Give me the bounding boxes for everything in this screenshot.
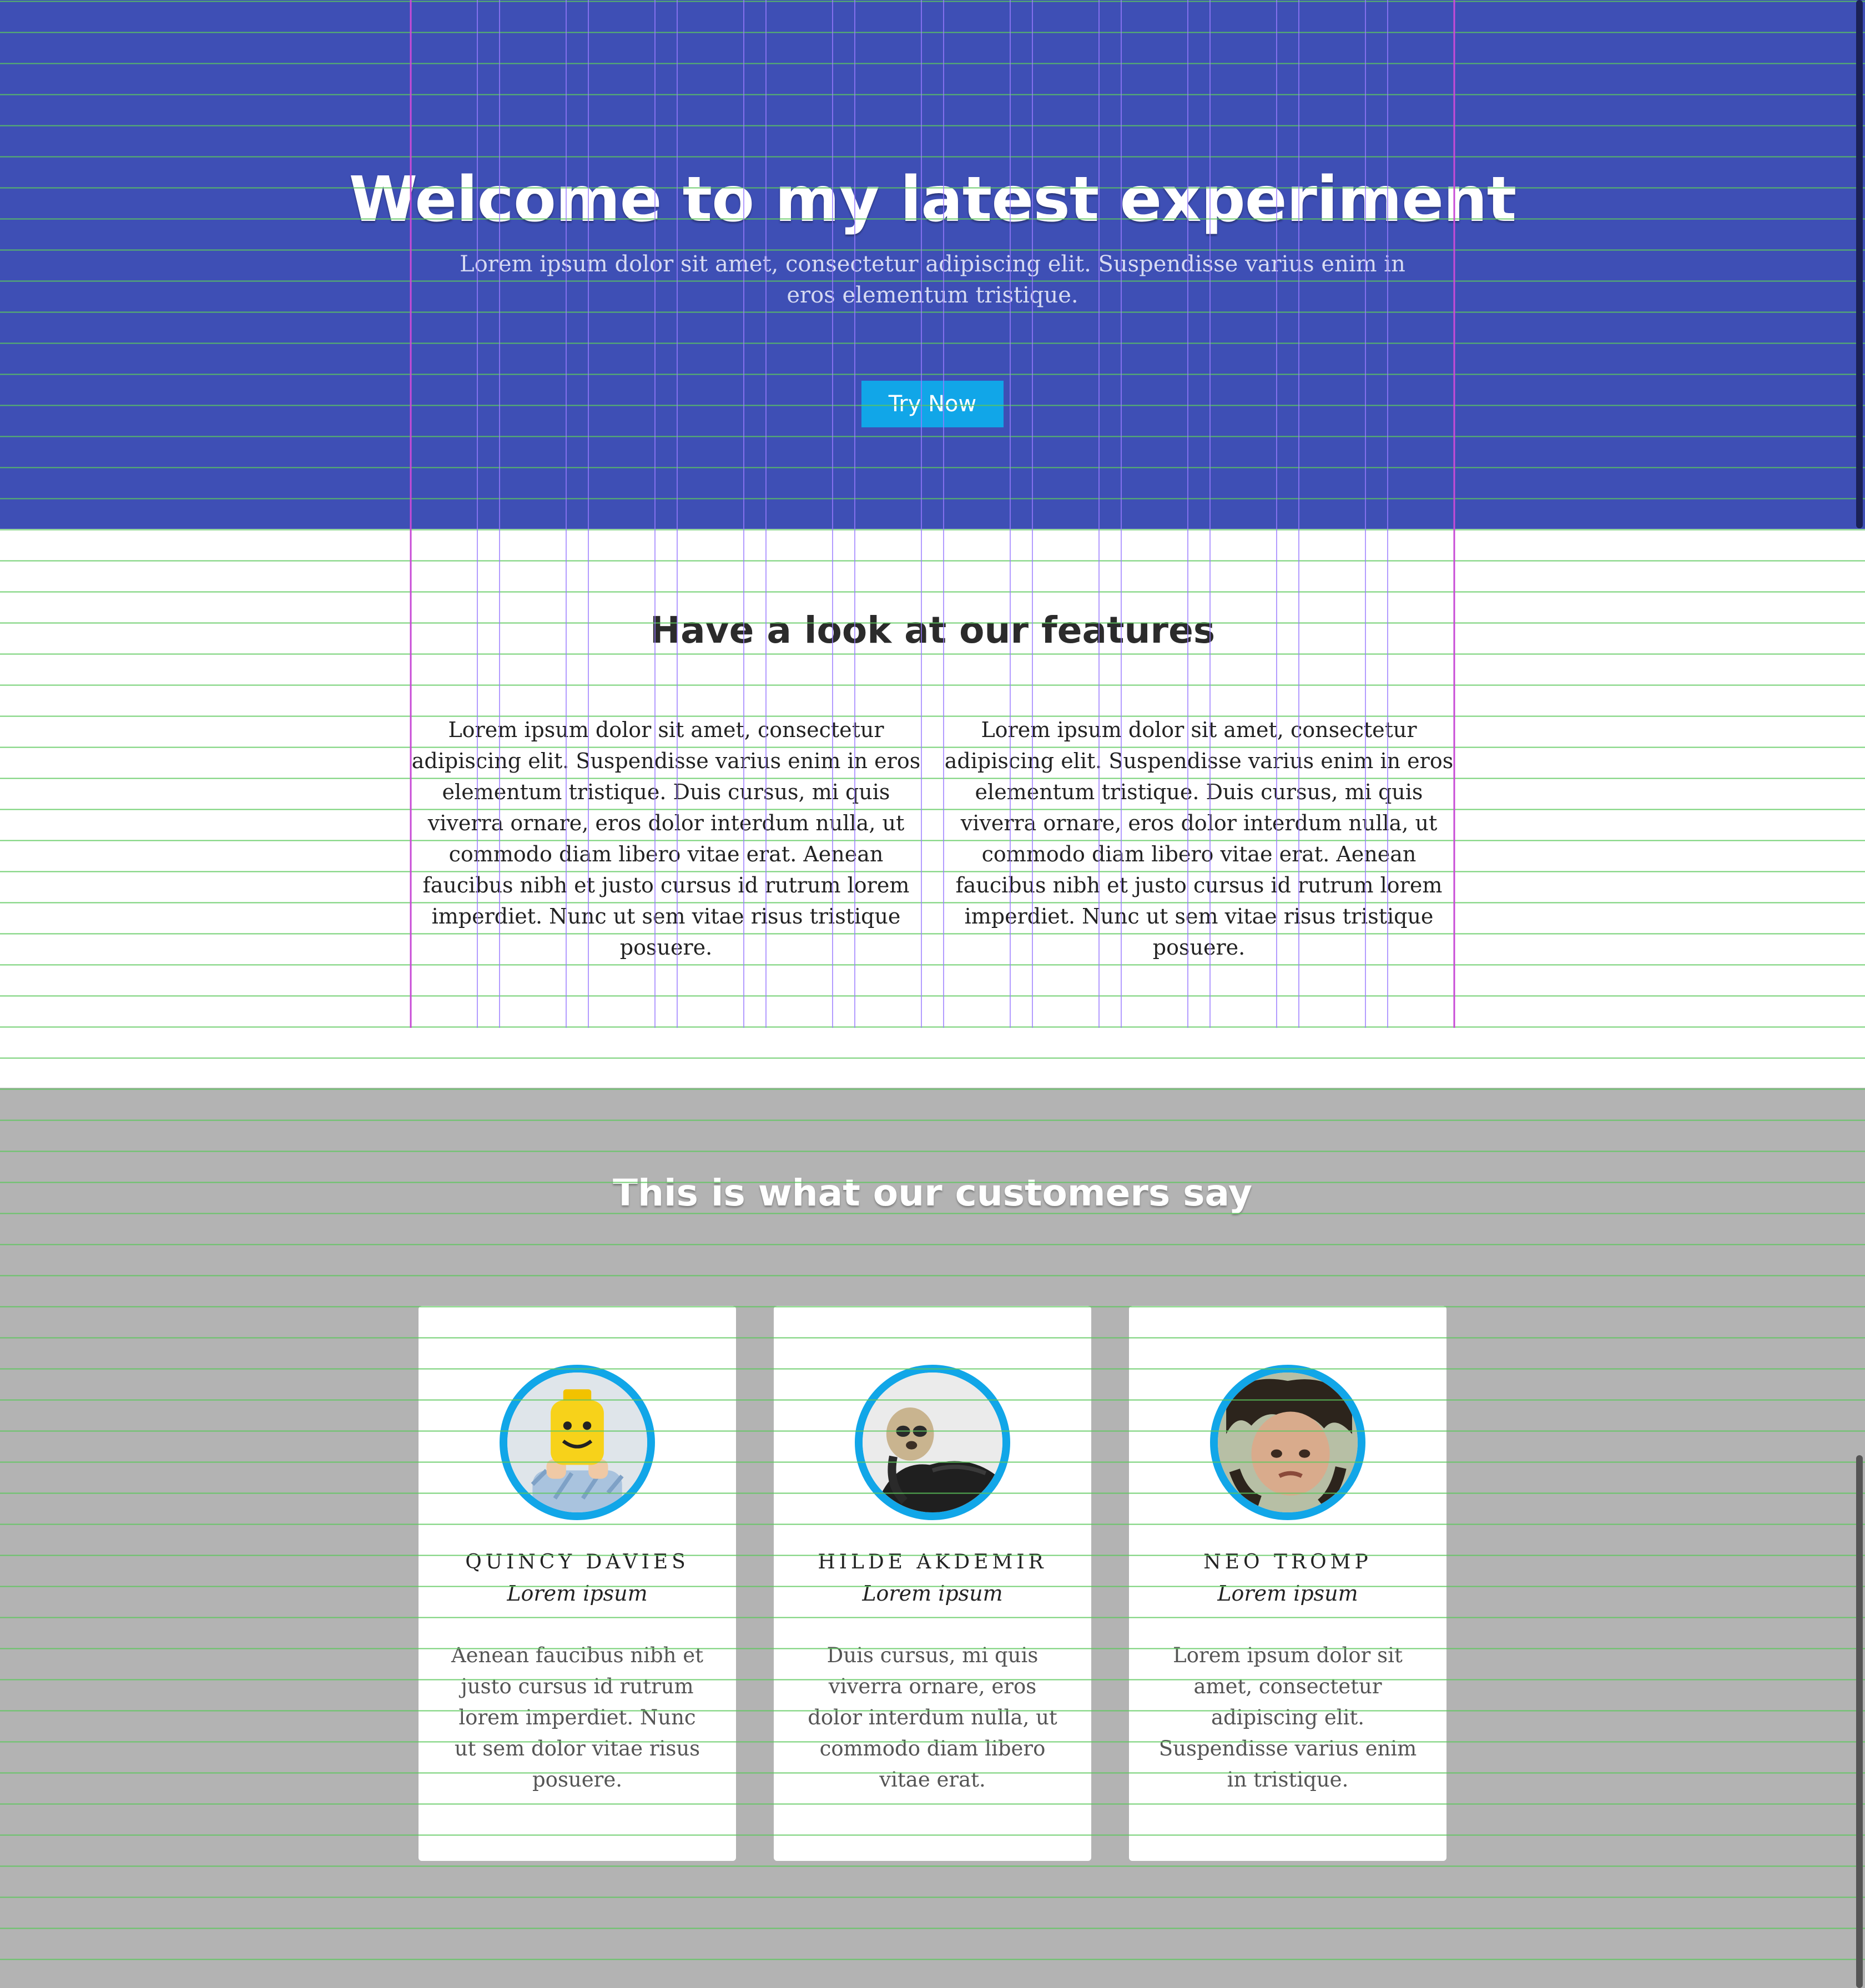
customer-role: Lorem ipsum: [507, 1581, 648, 1606]
lego-head-avatar-icon: [500, 1365, 655, 1520]
customer-quote: Lorem ipsum dolor sit amet, consectetur …: [1158, 1643, 1417, 1792]
customer-role: Lorem ipsum: [862, 1581, 1003, 1606]
hero-section: Welcome to my latest experiment Lorem ip…: [0, 0, 1865, 529]
sloth-avatar-icon: [855, 1365, 1010, 1520]
testimonial-card: NEO TROMP Lorem ipsum Lorem ipsum dolor …: [1129, 1306, 1446, 1861]
scrollbar-thumb[interactable]: [1856, 1455, 1863, 1988]
testimonial-card: QUINCY DAVIES Lorem ipsum Aenean faucibu…: [419, 1306, 736, 1861]
testimonial-card: HILDE AKDEMIR Lorem ipsum Duis cursus, m…: [774, 1306, 1091, 1861]
customer-name: HILDE AKDEMIR: [818, 1551, 1047, 1573]
testimonials-section: This is what our customers say QUINCY DA…: [0, 1088, 1865, 1988]
scrollbar-thumb-top[interactable]: [1856, 0, 1863, 528]
features-title: Have a look at our features: [649, 609, 1216, 652]
testimonials-title: This is what our customers say: [612, 1172, 1253, 1214]
hero-subtitle: Lorem ipsum dolor sit amet, consectetur …: [460, 251, 1405, 308]
customer-name: NEO TROMP: [1203, 1551, 1372, 1573]
try-now-button[interactable]: Try Now: [861, 381, 1004, 427]
hero-title: Welcome to my latest experiment: [349, 164, 1517, 236]
feature-column-right: Lorem ipsum dolor sit amet, consectetur …: [944, 718, 1454, 960]
upside-down-face-avatar-icon: [1210, 1365, 1365, 1520]
customer-quote: Aenean faucibus nibh et justo cursus id …: [451, 1643, 704, 1792]
customer-quote: Duis cursus, mi quis viverra ornare, ero…: [808, 1643, 1057, 1792]
customer-role: Lorem ipsum: [1217, 1581, 1358, 1606]
feature-column-left: Lorem ipsum dolor sit amet, consectetur …: [411, 718, 921, 960]
customer-name: QUINCY DAVIES: [465, 1551, 689, 1573]
features-section: Have a look at our features Lorem ipsum …: [0, 529, 1865, 1088]
